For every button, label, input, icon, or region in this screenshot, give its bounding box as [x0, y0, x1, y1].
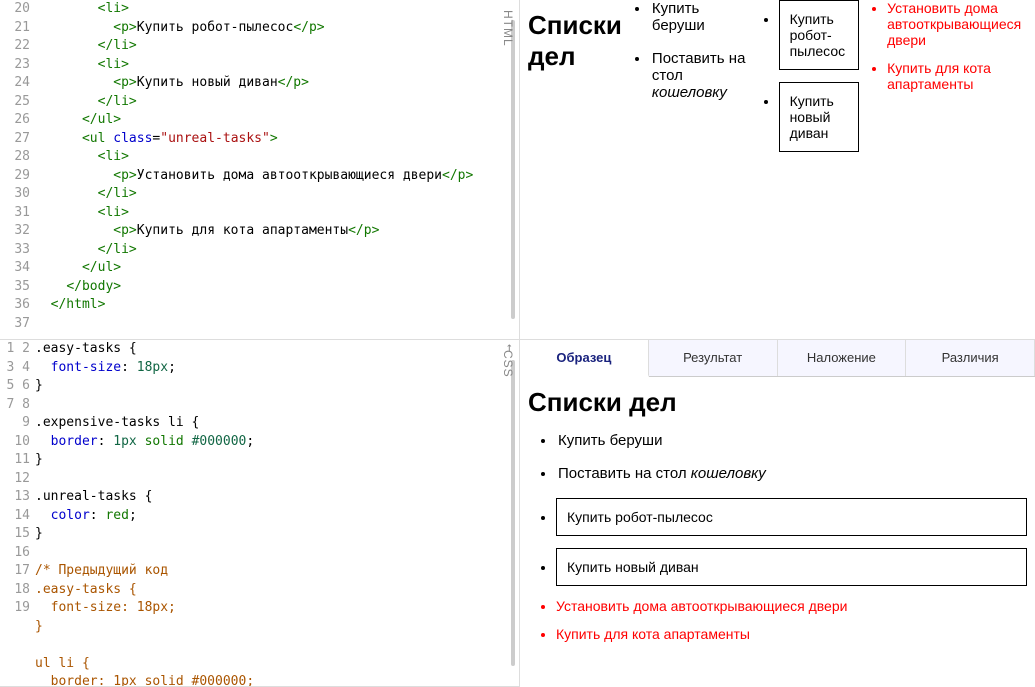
html-editor-pane: 20 21 22 23 24 25 26 27 28 29 30 31 32 3… [0, 0, 520, 340]
html-label[interactable]: HTML [497, 0, 519, 57]
tab-образец[interactable]: Образец [520, 340, 649, 377]
css-label[interactable]: CSS [497, 340, 519, 388]
list-item: Купить для кота апартаменты [556, 626, 1027, 642]
list-item: Установить дома автооткрывающиеся двери [556, 598, 1027, 614]
css-code-area[interactable]: 1 2 3 4 5 6 7 8 9 10 11 12 13 14 15 16 1… [0, 340, 519, 686]
tab-различия[interactable]: Различия [906, 340, 1035, 376]
list-item: Купить беруши [556, 432, 1027, 449]
list-item: Установить дома автооткрывающиеся двери [887, 0, 1027, 48]
emphasis: кошеловку [691, 465, 766, 482]
easy-tasks-list: Купить беруши Поставить на стол кошеловку [528, 432, 1027, 482]
scrollbar[interactable] [511, 20, 515, 319]
css-editor-pane: 1 2 3 4 5 6 7 8 9 10 11 12 13 14 15 16 1… [0, 340, 520, 687]
list-item: Купить робот-пылесос [779, 0, 860, 70]
easy-tasks-list: Купить беруши Поставить на стол кошеловку [622, 0, 751, 331]
expensive-tasks-list: Купить робот-пылесос Купить новый диван [751, 0, 860, 331]
list-item: Купить для кота апартаменты [887, 60, 1027, 92]
list-item: Купить новый диван [779, 82, 860, 152]
sample-pane: ОбразецРезультатНаложениеРазличия Списки… [520, 340, 1035, 687]
list-item: Купить беруши [650, 0, 751, 34]
html-gutter: 20 21 22 23 24 25 26 27 28 29 30 31 32 3… [0, 0, 35, 339]
tabs-bar: ОбразецРезультатНаложениеРазличия [520, 340, 1035, 377]
html-code-area[interactable]: 20 21 22 23 24 25 26 27 28 29 30 31 32 3… [0, 0, 519, 339]
preview-heading: Списки дел [528, 10, 622, 317]
list-item: Купить робот-пылесос [556, 498, 1027, 536]
sample-preview: Списки дел Купить беруши Поставить на сто… [520, 377, 1035, 662]
tab-результат[interactable]: Результат [649, 340, 778, 376]
css-code[interactable]: .easy-tasks { font-size: 18px; } .expens… [35, 340, 519, 686]
preview-heading: Списки дел [528, 387, 1027, 418]
scrollbar[interactable] [511, 360, 515, 666]
tab-наложение[interactable]: Наложение [778, 340, 907, 376]
list-item: Поставить на стол кошеловку [650, 50, 751, 101]
unreal-tasks-list: Установить дома автооткрывающиеся двери К… [528, 598, 1027, 642]
unreal-tasks-list: Установить дома автооткрывающиеся двери К… [859, 0, 1027, 331]
list-item: Поставить на стол кошеловку [556, 465, 1027, 482]
css-gutter: 1 2 3 4 5 6 7 8 9 10 11 12 13 14 15 16 1… [0, 340, 35, 686]
emphasis: кошеловку [652, 84, 727, 101]
html-code[interactable]: <li> <p>Купить робот-пылесос</p> </li> <… [35, 0, 519, 339]
expensive-tasks-list: Купить робот-пылесос Купить новый диван [528, 498, 1027, 586]
result-preview: Списки дел Купить беруши Поставить на сто… [520, 0, 1035, 340]
list-item: Купить новый диван [556, 548, 1027, 586]
